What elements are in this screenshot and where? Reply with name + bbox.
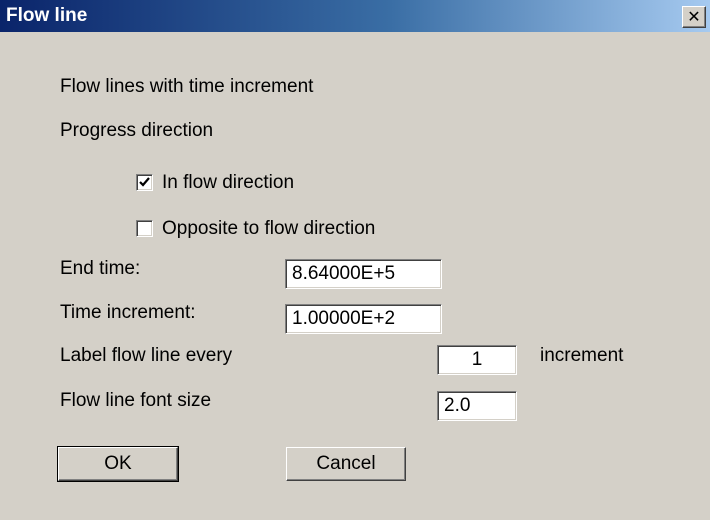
window-title: Flow line [6,5,88,26]
font-size-field[interactable]: 2.0 [437,391,517,421]
font-size-label: Flow line font size [60,390,212,411]
opposite-flow-direction-checkbox[interactable] [136,220,153,237]
time-increment-field[interactable]: 1.00000E+2 [285,304,442,334]
title-bar[interactable]: Flow line ✕ [0,0,710,33]
progress-direction-label: Progress direction [60,120,214,141]
checkmark-icon [139,177,150,187]
header-text: Flow lines with time increment [60,76,314,97]
ok-button[interactable]: OK [57,446,179,482]
in-flow-direction-checkbox[interactable] [136,174,153,191]
cancel-button[interactable]: Cancel [286,447,406,481]
close-icon[interactable]: ✕ [682,6,706,28]
increment-suffix: increment [540,345,624,366]
end-time-field[interactable]: 8.64000E+5 [285,259,442,289]
label-every-field[interactable]: 1 [437,345,517,375]
in-flow-direction-label: In flow direction [162,172,295,193]
label-every-label: Label flow line every [60,345,233,366]
time-increment-label: Time increment: [60,302,196,323]
opposite-flow-direction-label: Opposite to flow direction [162,218,376,239]
end-time-label: End time: [60,258,141,279]
